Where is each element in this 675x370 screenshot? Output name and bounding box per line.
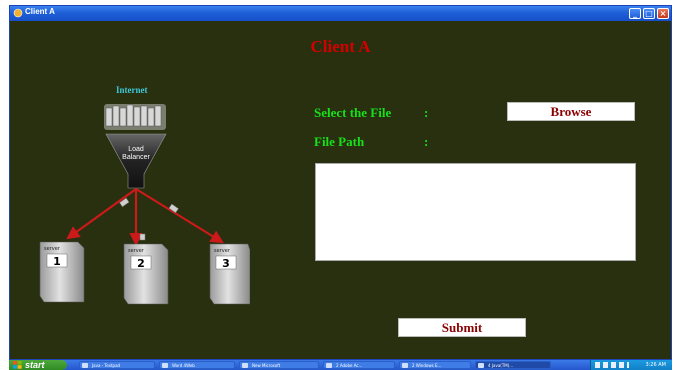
server-3-icon: server 3 bbox=[209, 243, 250, 305]
system-tray: 3:26 AM bbox=[590, 360, 672, 370]
windows-taskbar: start Java - Textpad Word 4Web New Micro… bbox=[9, 360, 672, 370]
svg-text:server: server bbox=[214, 248, 231, 254]
select-file-label: Select the File bbox=[314, 105, 392, 120]
minimize-button[interactable]: _ bbox=[629, 8, 641, 19]
taskbar-item[interactable]: New Microsoft bbox=[239, 361, 319, 369]
load-balancer-icon bbox=[105, 133, 167, 189]
clock: 3:26 AM bbox=[645, 362, 666, 368]
window-title: Client A bbox=[25, 7, 55, 16]
windows-logo-icon bbox=[13, 361, 22, 369]
submit-button[interactable]: Submit bbox=[398, 318, 526, 337]
load-balancer-diagram: Load Balancer server 1 server 2 server 3 bbox=[39, 104, 250, 305]
file-path-label: File Path bbox=[314, 134, 365, 149]
taskbar-item-active[interactable]: 4 Java(TM)... bbox=[475, 361, 551, 369]
arrow-to-server-1 bbox=[66, 188, 137, 240]
tray-icons[interactable] bbox=[595, 362, 629, 368]
select-file-colon: : bbox=[424, 105, 429, 120]
start-button[interactable]: start bbox=[9, 360, 67, 370]
file-path-textarea[interactable] bbox=[315, 163, 636, 261]
client-computers-icon bbox=[104, 104, 166, 130]
start-label: start bbox=[25, 360, 45, 370]
svg-text:1: 1 bbox=[53, 255, 61, 268]
svg-text:server: server bbox=[128, 248, 145, 254]
balancer-label-line2: Balancer bbox=[122, 154, 150, 161]
arrow-to-server-3 bbox=[135, 188, 224, 244]
svg-text:2: 2 bbox=[137, 257, 145, 270]
svg-text:server: server bbox=[44, 246, 61, 252]
file-path-colon: : bbox=[424, 134, 429, 149]
app-window: Client A _ □ × Client A Internet Load Ba… bbox=[9, 5, 672, 360]
app-icon bbox=[13, 8, 23, 18]
taskbar-item[interactable]: 2 Adobe Ac... bbox=[323, 361, 395, 369]
page-title: Client A bbox=[310, 37, 371, 56]
taskbar-item[interactable]: 2 Windows E... bbox=[399, 361, 471, 369]
packet-icons bbox=[119, 197, 179, 241]
internet-label: Internet bbox=[116, 85, 148, 95]
taskbar-item[interactable]: Java - Textpad bbox=[79, 361, 155, 369]
title-bar[interactable]: Client A _ □ × bbox=[10, 6, 671, 21]
browse-button[interactable]: Browse bbox=[507, 102, 635, 121]
close-button[interactable]: × bbox=[657, 8, 669, 19]
svg-text:3: 3 bbox=[222, 257, 230, 270]
maximize-button[interactable]: □ bbox=[643, 8, 655, 19]
server-2-icon: server 2 bbox=[123, 243, 169, 305]
taskbar-item[interactable]: Word 4Web bbox=[159, 361, 235, 369]
server-1-icon: server 1 bbox=[39, 241, 85, 303]
balancer-label-line1: Load bbox=[128, 146, 144, 153]
